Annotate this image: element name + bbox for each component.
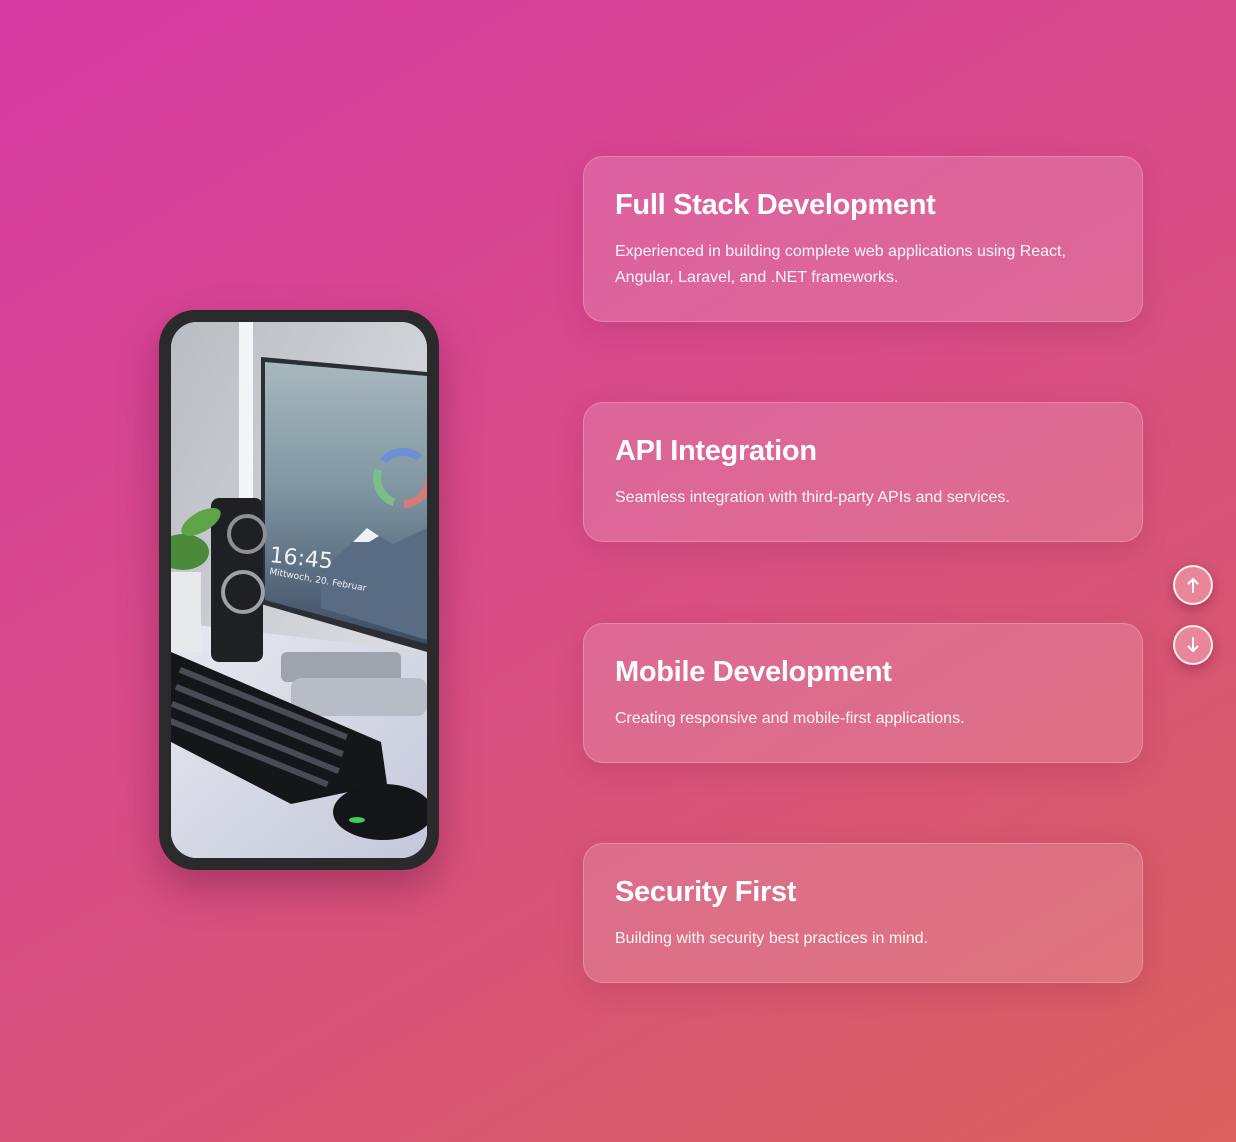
arrow-up-icon (1187, 578, 1199, 593)
card-description: Creating responsive and mobile-first app… (615, 710, 965, 728)
card-full-stack-development: Full Stack Development Experienced in bu… (583, 156, 1143, 323)
phone-screen-image: 16:45 Mittwoch, 20. Februar (171, 322, 427, 858)
card-description: Seamless integration with third-party AP… (615, 489, 1010, 507)
arrow-down-icon (1187, 637, 1199, 652)
card-title: Full Stack Development (615, 189, 936, 221)
card-description: Building with security best practices in… (615, 930, 929, 948)
card-title: Security First (615, 876, 797, 908)
card-mobile-development: Mobile Development Creating responsive a… (583, 623, 1143, 764)
card-security-first: Security First Building with security be… (583, 843, 1143, 984)
card-description: Experienced in building complete web app… (615, 243, 1066, 287)
card-title: Mobile Development (615, 656, 892, 688)
desk-setup-photo: 16:45 Mittwoch, 20. Februar (171, 322, 427, 858)
scroll-up-button[interactable] (1173, 565, 1213, 605)
card-title: API Integration (615, 435, 817, 467)
card-api-integration: API Integration Seamless integration wit… (583, 402, 1143, 543)
phone-mockup: 16:45 Mittwoch, 20. Februar (159, 310, 439, 870)
scroll-down-button[interactable] (1173, 625, 1213, 665)
